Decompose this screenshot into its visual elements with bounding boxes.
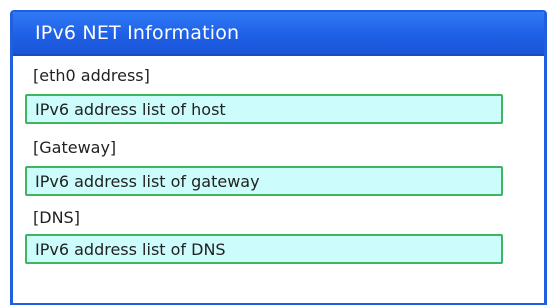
dns-field[interactable]: IPv6 address list of DNS bbox=[25, 234, 503, 264]
eth0-address-field[interactable]: IPv6 address list of host bbox=[25, 94, 503, 124]
ipv6-net-information-window: IPv6 NET Information [eth0 address] IPv6… bbox=[10, 10, 547, 305]
gateway-label: [Gateway] bbox=[33, 138, 117, 157]
dns-value: IPv6 address list of DNS bbox=[35, 240, 226, 259]
eth0-address-value: IPv6 address list of host bbox=[35, 100, 226, 119]
gateway-field[interactable]: IPv6 address list of gateway bbox=[25, 166, 503, 196]
window-title-bar: IPv6 NET Information bbox=[13, 12, 544, 56]
gateway-value: IPv6 address list of gateway bbox=[35, 172, 260, 191]
dns-label: [DNS] bbox=[33, 208, 80, 227]
eth0-address-label: [eth0 address] bbox=[33, 66, 150, 85]
window-title: IPv6 NET Information bbox=[35, 22, 240, 44]
